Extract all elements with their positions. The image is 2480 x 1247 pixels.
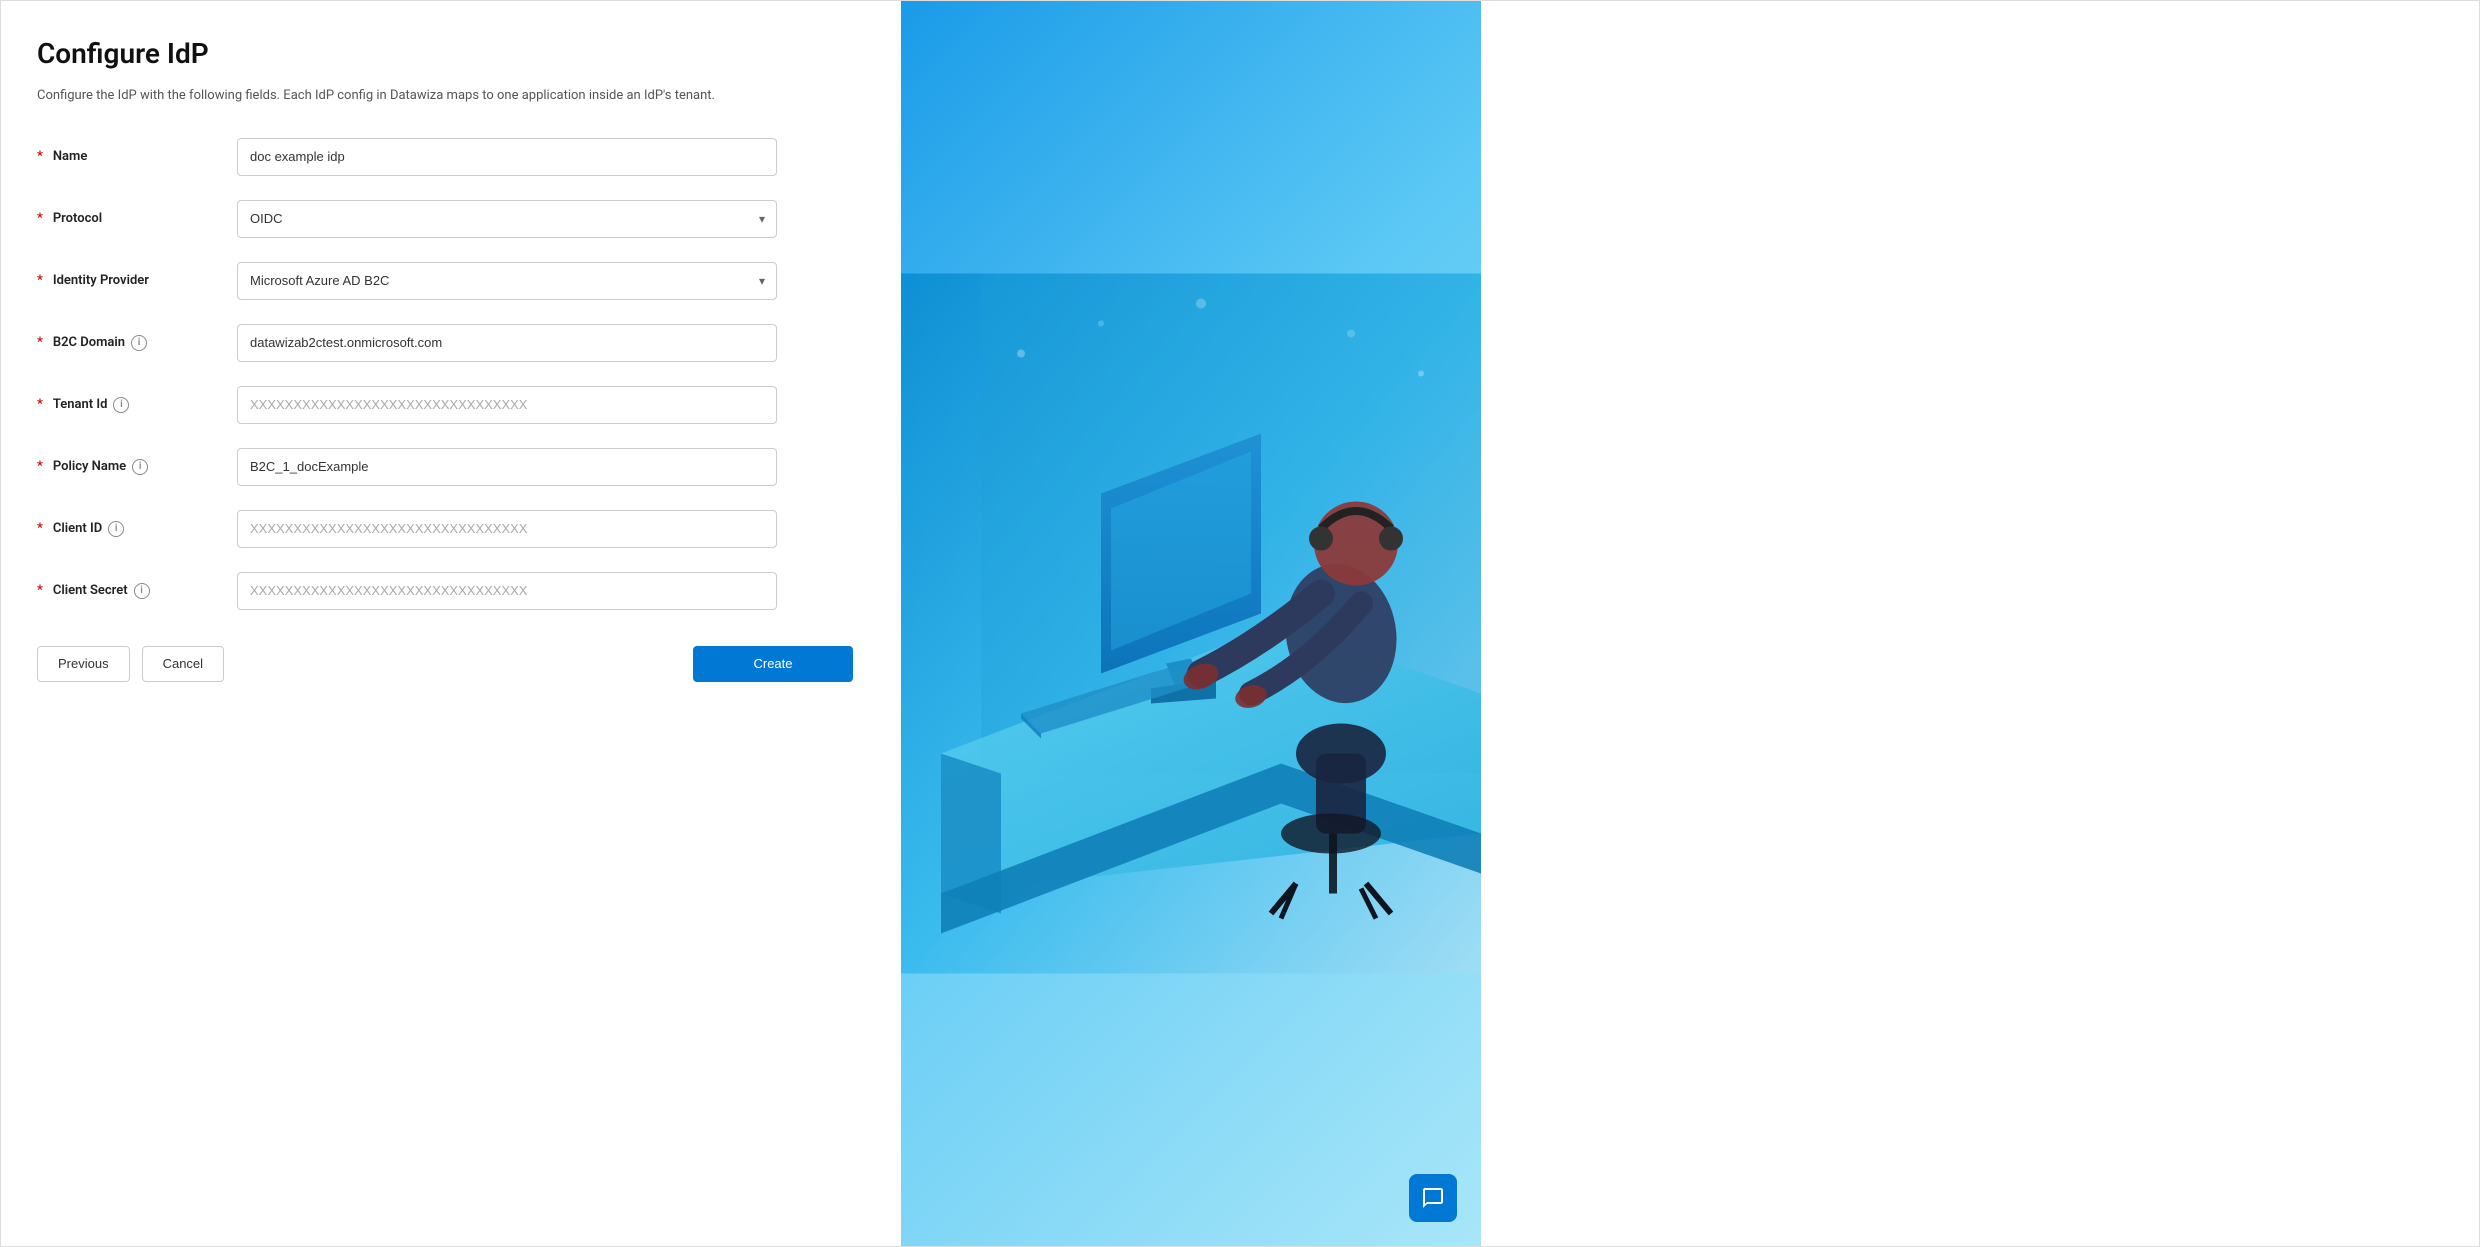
- previous-button[interactable]: Previous: [37, 646, 130, 682]
- client-id-input[interactable]: [237, 510, 777, 548]
- tenant-id-row: * Tenant Id i: [37, 386, 853, 424]
- cancel-button[interactable]: Cancel: [142, 646, 224, 682]
- form-section: Configure IdP Configure the IdP with the…: [1, 1, 901, 1246]
- policy-name-label: * Policy Name i: [37, 459, 237, 475]
- identity-provider-required: *: [37, 273, 43, 288]
- tenant-id-required: *: [37, 397, 43, 412]
- page-title: Configure IdP: [37, 37, 853, 70]
- b2c-domain-label: * B2C Domain i: [37, 335, 237, 351]
- identity-provider-label: * Identity Provider: [37, 273, 237, 288]
- tenant-id-info-icon[interactable]: i: [113, 397, 129, 413]
- b2c-domain-required: *: [37, 335, 43, 350]
- client-id-required: *: [37, 521, 43, 536]
- create-button[interactable]: Create: [693, 646, 853, 682]
- protocol-required: *: [37, 211, 43, 226]
- b2c-domain-input[interactable]: [237, 324, 777, 362]
- illustration-panel: [901, 1, 1481, 1246]
- client-secret-info-icon[interactable]: i: [134, 583, 150, 599]
- name-input[interactable]: [237, 138, 777, 176]
- name-row: * Name: [37, 138, 853, 176]
- client-id-info-icon[interactable]: i: [108, 521, 124, 537]
- name-label: * Name: [37, 149, 237, 164]
- client-secret-label: * Client Secret i: [37, 583, 237, 599]
- identity-provider-select-wrapper: Microsoft Azure AD B2C Azure AD Okta Aut…: [237, 262, 777, 300]
- protocol-select-wrapper: OIDC SAML ▾: [237, 200, 777, 238]
- name-required: *: [37, 149, 43, 164]
- footer-buttons: Previous Cancel Create: [37, 646, 853, 682]
- identity-provider-row: * Identity Provider Microsoft Azure AD B…: [37, 262, 853, 300]
- protocol-row: * Protocol OIDC SAML ▾: [37, 200, 853, 238]
- tenant-id-input[interactable]: [237, 386, 777, 424]
- client-id-label: * Client ID i: [37, 521, 237, 537]
- background-illustration: [901, 1, 1481, 1246]
- protocol-select[interactable]: OIDC SAML: [237, 200, 777, 238]
- policy-name-required: *: [37, 459, 43, 474]
- chat-button[interactable]: [1409, 1174, 1457, 1222]
- b2c-domain-info-icon[interactable]: i: [131, 335, 147, 351]
- client-secret-row: * Client Secret i: [37, 572, 853, 610]
- policy-name-input[interactable]: [237, 448, 777, 486]
- b2c-domain-row: * B2C Domain i: [37, 324, 853, 362]
- client-secret-input[interactable]: [237, 572, 777, 610]
- policy-name-info-icon[interactable]: i: [132, 459, 148, 475]
- chat-icon: [1421, 1186, 1445, 1210]
- identity-provider-select[interactable]: Microsoft Azure AD B2C Azure AD Okta Aut…: [237, 262, 777, 300]
- client-secret-required: *: [37, 583, 43, 598]
- client-id-row: * Client ID i: [37, 510, 853, 548]
- page-description: Configure the IdP with the following fie…: [37, 86, 853, 106]
- tenant-id-label: * Tenant Id i: [37, 397, 237, 413]
- protocol-label: * Protocol: [37, 211, 237, 226]
- policy-name-row: * Policy Name i: [37, 448, 853, 486]
